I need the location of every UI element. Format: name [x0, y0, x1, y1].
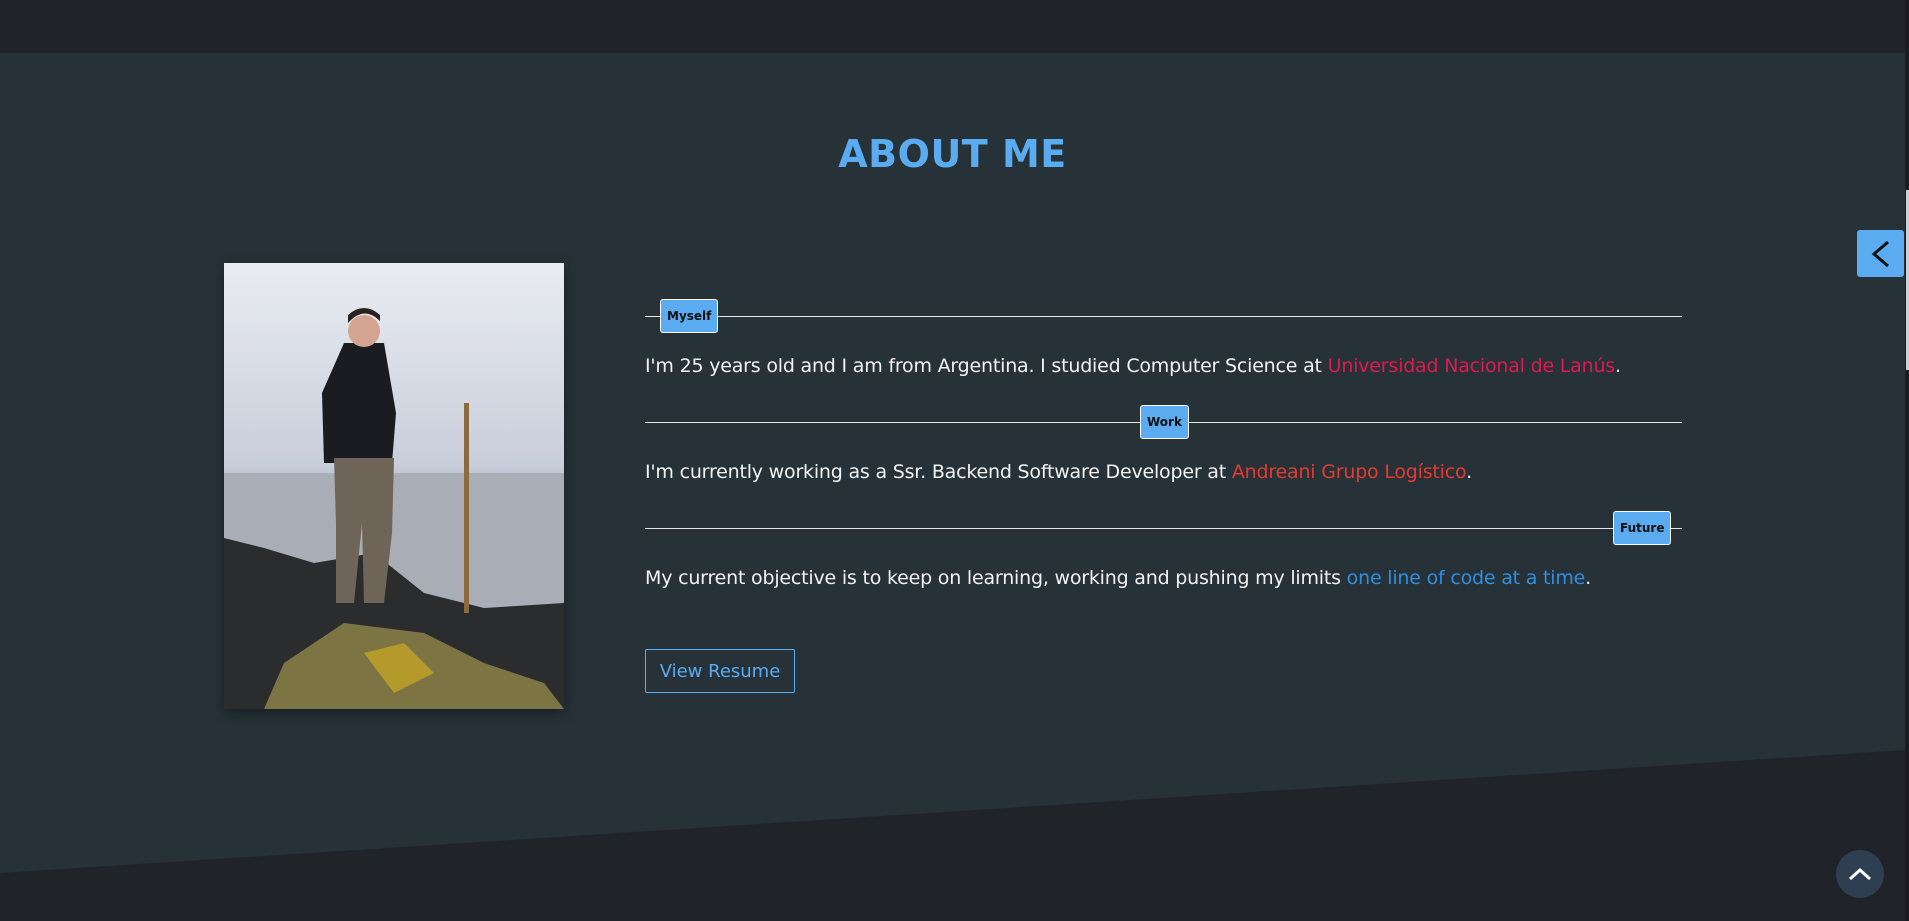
page-title: ABOUT ME	[838, 132, 1067, 176]
future-paragraph: My current objective is to keep on learn…	[645, 567, 1591, 589]
scroll-to-top-button[interactable]	[1836, 850, 1884, 898]
top-navbar	[0, 0, 1905, 53]
divider-myself: Myself	[645, 299, 1682, 333]
myself-text: I'm 25 years old and I am from Argentina…	[645, 355, 1328, 377]
tag-work: Work	[1140, 405, 1189, 439]
work-text: I'm currently working as a Ssr. Backend …	[645, 461, 1232, 483]
future-text: My current objective is to keep on learn…	[645, 567, 1347, 589]
tag-future: Future	[1613, 511, 1672, 545]
work-paragraph: I'm currently working as a Ssr. Backend …	[645, 461, 1472, 483]
scrollbar[interactable]	[1905, 0, 1909, 921]
university-link[interactable]: Universidad Nacional de Lanús	[1328, 355, 1616, 377]
divider-work: Work	[645, 405, 1682, 439]
side-menu-toggle[interactable]	[1857, 230, 1904, 277]
chevron-left-icon	[1871, 240, 1889, 267]
tag-myself: Myself	[660, 299, 719, 333]
chevron-up-icon	[1848, 867, 1872, 881]
myself-paragraph: I'm 25 years old and I am from Argentina…	[645, 355, 1621, 377]
period: .	[1466, 461, 1472, 483]
company-link[interactable]: Andreani Grupo Logístico	[1232, 461, 1466, 483]
period: .	[1585, 567, 1591, 589]
view-resume-button[interactable]: View Resume	[645, 649, 795, 693]
period: .	[1615, 355, 1621, 377]
motto-link[interactable]: one line of code at a time	[1347, 567, 1586, 589]
profile-photo	[224, 263, 564, 709]
divider-future: Future	[645, 511, 1682, 545]
